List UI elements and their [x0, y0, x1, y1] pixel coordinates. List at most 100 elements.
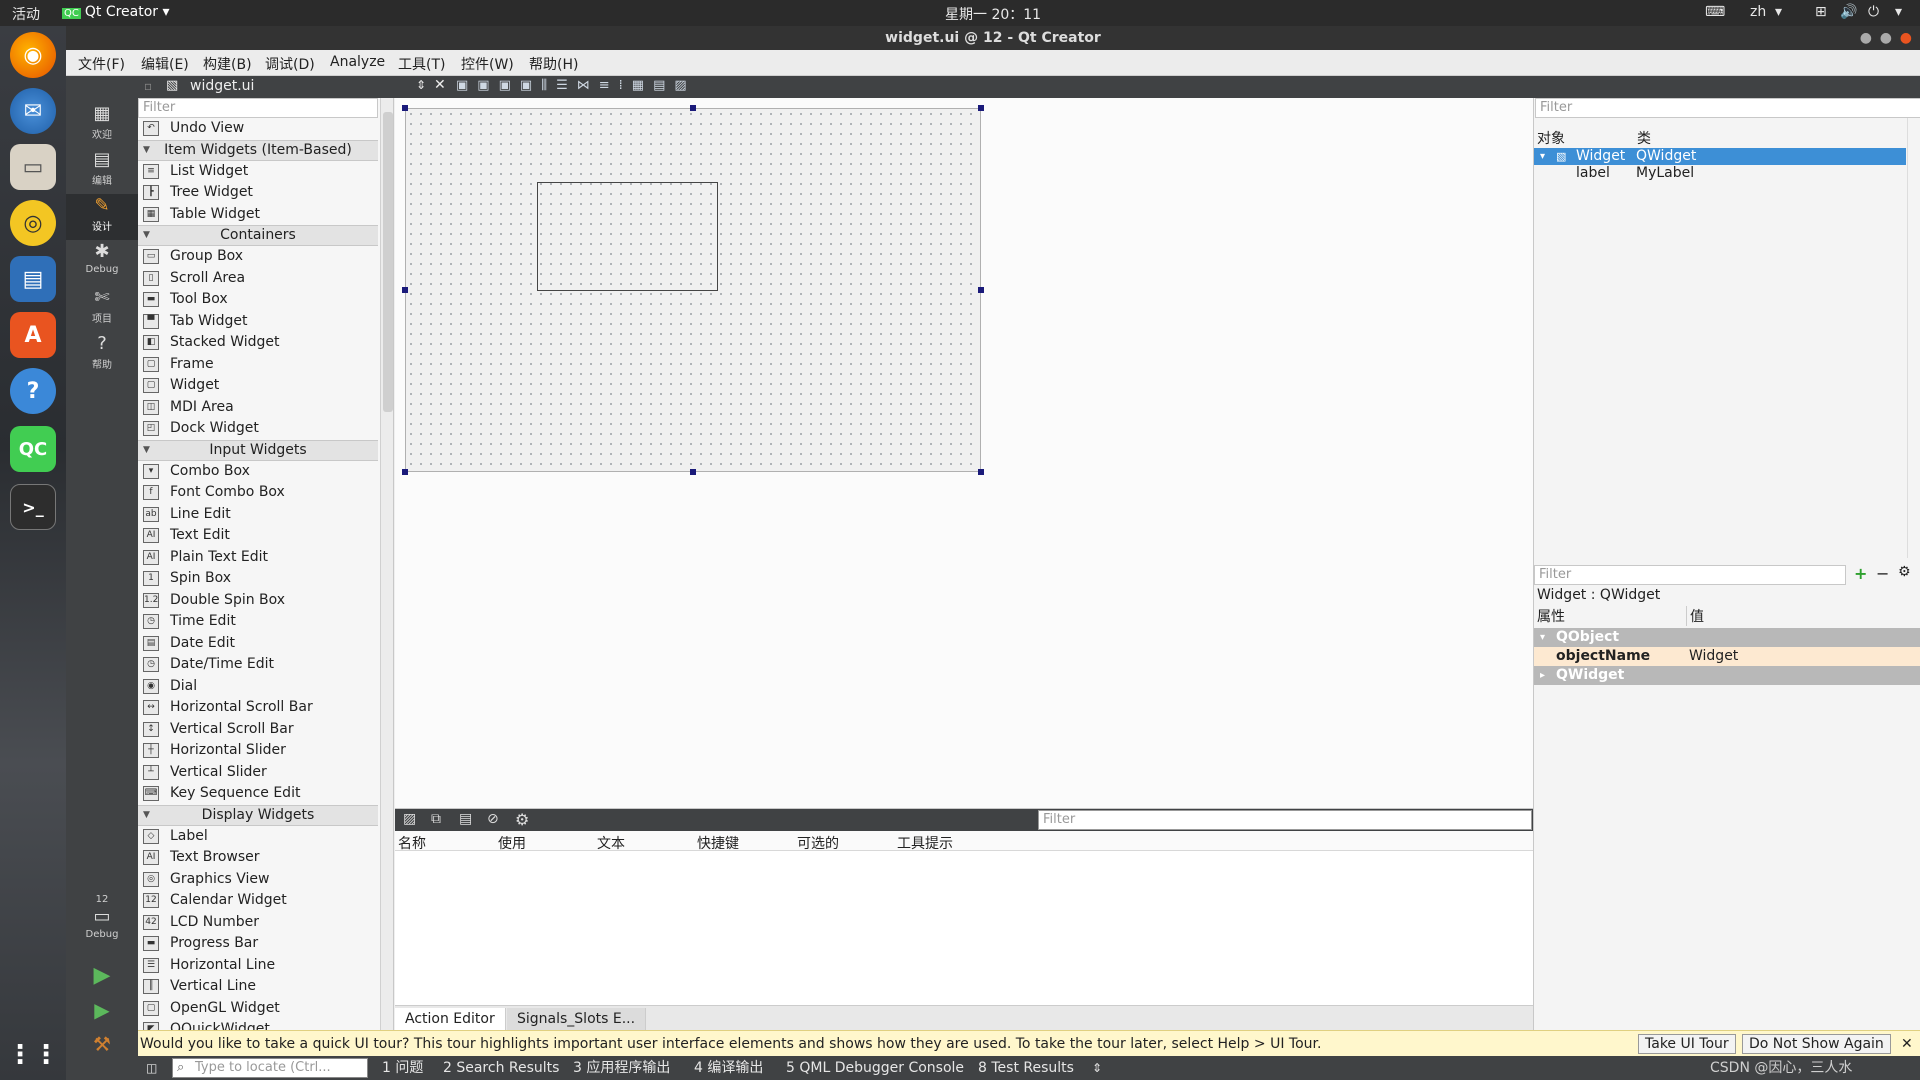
build-button[interactable]: ⚒: [66, 1032, 138, 1066]
collapse-arrow-icon[interactable]: ▼: [143, 441, 150, 460]
qt-creator-icon[interactable]: QC: [10, 426, 56, 472]
pane-search-results[interactable]: 2 Search Results: [443, 1056, 559, 1080]
group-qwidget[interactable]: ▸ QWidget: [1534, 666, 1920, 685]
mode-design[interactable]: ✎ 设计: [66, 194, 138, 240]
widgetbox-category[interactable]: ▼ Item Widgets (Item-Based): [138, 139, 378, 161]
widgetbox-item[interactable]: ▦ Table Widget: [138, 204, 378, 226]
column-tooltip[interactable]: 工具提示: [897, 833, 953, 853]
close-notice-icon[interactable]: ✕: [1901, 1031, 1913, 1057]
widgetbox-item[interactable]: ↔ Horizontal Scroll Bar: [138, 697, 378, 719]
widgetbox-item[interactable]: ◇ Label: [138, 826, 378, 848]
close-window-icon[interactable]: ●: [1900, 26, 1912, 50]
widgetbox-scrollbar[interactable]: [380, 98, 393, 1030]
pane-application-output[interactable]: 3 应用程序输出: [573, 1056, 670, 1080]
widgetbox-category[interactable]: ▼ Display Widgets: [138, 804, 378, 826]
software-center-icon[interactable]: A: [10, 312, 56, 358]
run-button[interactable]: ▶: [66, 964, 138, 998]
widgetbox-item[interactable]: AI Text Edit: [138, 525, 378, 547]
paste-action-icon[interactable]: ▤: [459, 811, 472, 827]
toggle-sidebar-icon[interactable]: ◫: [146, 1056, 157, 1080]
widgetbox-item[interactable]: ◷ Date/Time Edit: [138, 654, 378, 676]
widgetbox-item[interactable]: ◎ Graphics View: [138, 869, 378, 891]
volume-icon[interactable]: 🔊: [1840, 4, 1857, 20]
widgetbox-item[interactable]: ▯ Scroll Area: [138, 268, 378, 290]
object-row-label[interactable]: label MyLabel: [1534, 165, 1906, 182]
help-icon[interactable]: ?: [10, 368, 56, 414]
widgetbox-item[interactable]: ⌨ Key Sequence Edit: [138, 783, 378, 805]
document-chevron-icon[interactable]: ⇕: [416, 78, 426, 92]
kit-selector[interactable]: 12 ▭ Debug: [66, 894, 138, 954]
pane-compile-output[interactable]: 4 编译输出: [694, 1056, 763, 1080]
copy-action-icon[interactable]: ⧉: [431, 811, 441, 827]
widgetbox-filter-input[interactable]: Filter: [138, 98, 378, 118]
firefox-icon[interactable]: ◉: [10, 32, 56, 78]
activities-button[interactable]: 活动: [12, 4, 40, 24]
network-icon[interactable]: ⊞: [1815, 4, 1827, 20]
widgetbox-item[interactable]: ▢ Frame: [138, 354, 378, 376]
menu-controls[interactable]: 控件(W): [461, 54, 514, 74]
menu-build[interactable]: 构建(B): [203, 54, 252, 74]
mode-debug[interactable]: ✱ Debug: [66, 240, 138, 286]
collapse-arrow-icon[interactable]: ▾: [1540, 628, 1545, 647]
widgetbox-category[interactable]: ▼ Input Widgets: [138, 439, 378, 461]
minimize-icon[interactable]: ●: [1860, 26, 1872, 50]
resize-handle[interactable]: [402, 469, 408, 475]
widgetbox-item[interactable]: 42 LCD Number: [138, 912, 378, 934]
resize-handle[interactable]: [402, 105, 408, 111]
locator-input[interactable]: ⌕ Type to locate (Ctrl...: [172, 1058, 368, 1078]
menu-edit[interactable]: 编辑(E): [141, 54, 189, 74]
show-apps-icon[interactable]: ⋮⋮: [7, 1032, 59, 1078]
widgetbox-item[interactable]: ▢ Widget: [138, 375, 378, 397]
mode-welcome[interactable]: ▦ 欢迎: [66, 102, 138, 148]
widgetbox-item[interactable]: 12 Calendar Widget: [138, 890, 378, 912]
widgetbox-item[interactable]: ab Line Edit: [138, 504, 378, 526]
pane-issues[interactable]: 1 问题: [382, 1056, 423, 1080]
widgetbox-item[interactable]: ▭ Group Box: [138, 246, 378, 268]
mylabel-widget[interactable]: [537, 182, 718, 291]
add-property-icon[interactable]: +: [1854, 564, 1867, 583]
property-config-icon[interactable]: ⚙: [1898, 564, 1911, 580]
widgetbox-item[interactable]: 1.2 Double Spin Box: [138, 590, 378, 612]
widgetbox-item[interactable]: 1 Spin Box: [138, 568, 378, 590]
widgetbox-item[interactable]: ▀ Tab Widget: [138, 311, 378, 333]
column-name[interactable]: 名称: [398, 833, 426, 853]
expand-arrow-icon[interactable]: ▾: [1540, 148, 1545, 165]
pane-qml-debugger-console[interactable]: 5 QML Debugger Console: [786, 1056, 964, 1080]
widgetbox-item[interactable]: ▬ Progress Bar: [138, 933, 378, 955]
open-document-combo[interactable]: widget.ui: [190, 78, 254, 94]
object-inspector-scrollbar[interactable]: [1907, 118, 1920, 558]
collapse-arrow-icon[interactable]: ▼: [143, 806, 150, 825]
column-used[interactable]: 使用: [498, 833, 526, 853]
new-action-icon[interactable]: ▨: [403, 811, 416, 827]
remove-property-icon[interactable]: −: [1876, 564, 1889, 583]
power-icon[interactable]: ⏻: [1868, 4, 1879, 20]
scrollbar-thumb[interactable]: [383, 112, 393, 412]
column-property[interactable]: 属性: [1537, 606, 1565, 626]
tab-signals-slots-editor[interactable]: Signals_Slots E...: [507, 1008, 647, 1030]
widgetbox-item[interactable]: ◤ QQuickWidget: [138, 1019, 378, 1030]
system-menu-chevron-icon[interactable]: ▾: [1895, 4, 1902, 20]
column-text[interactable]: 文本: [597, 833, 625, 853]
close-document-icon[interactable]: ✕: [434, 77, 446, 93]
resize-handle[interactable]: [978, 469, 984, 475]
collapse-arrow-icon[interactable]: ▼: [143, 141, 150, 160]
files-icon[interactable]: ▭: [10, 144, 56, 190]
column-class[interactable]: 类: [1637, 128, 1651, 148]
expand-arrow-icon[interactable]: ▸: [1540, 666, 1545, 685]
resize-handle[interactable]: [690, 469, 696, 475]
resize-handle[interactable]: [978, 287, 984, 293]
menu-file[interactable]: 文件(F): [78, 54, 125, 74]
rhythmbox-icon[interactable]: ◎: [10, 200, 56, 246]
mode-edit[interactable]: ▤ 编辑: [66, 148, 138, 194]
pane-test-results[interactable]: 8 Test Results: [978, 1056, 1074, 1080]
widgetbox-item[interactable]: ┼ Horizontal Slider: [138, 740, 378, 762]
take-ui-tour-button[interactable]: Take UI Tour: [1638, 1034, 1736, 1054]
menu-help[interactable]: 帮助(H): [529, 54, 578, 74]
widgetbox-item[interactable]: ◰ Dock Widget: [138, 418, 378, 440]
menu-tools[interactable]: 工具(T): [398, 54, 445, 74]
widgetbox-item[interactable]: ▢ OpenGL Widget: [138, 998, 378, 1020]
keyboard-icon[interactable]: ⌨: [1705, 4, 1725, 20]
widgetbox-item[interactable]: ◫ MDI Area: [138, 397, 378, 419]
widgetbox-item[interactable]: ◧ Stacked Widget: [138, 332, 378, 354]
widgetbox-item[interactable]: f Font Combo Box: [138, 482, 378, 504]
